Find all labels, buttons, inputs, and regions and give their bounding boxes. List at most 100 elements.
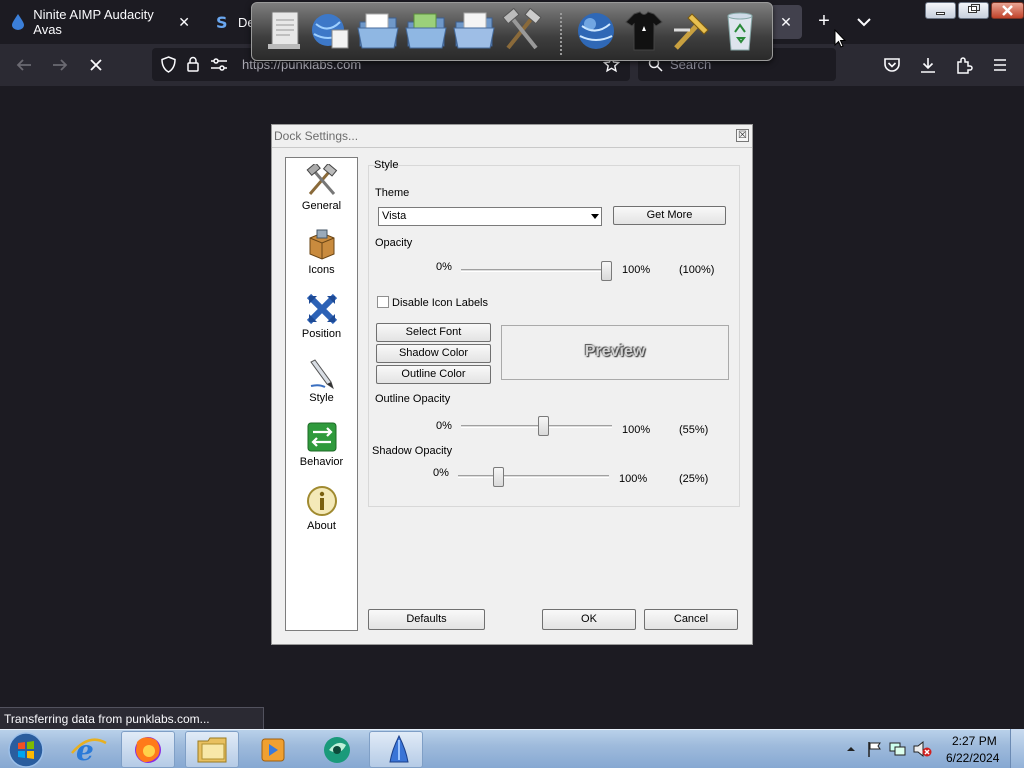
pen-icon <box>309 359 334 390</box>
recycle-bin-icon[interactable] <box>718 8 762 54</box>
menu-button[interactable] <box>990 55 1010 75</box>
new-tab-button[interactable]: + <box>812 10 836 34</box>
category-general[interactable]: General <box>286 162 357 220</box>
list-tabs-button[interactable] <box>852 10 876 34</box>
category-about[interactable]: About <box>286 482 357 540</box>
firefox-icon <box>135 737 161 763</box>
opacity-slider-track[interactable] <box>461 269 612 272</box>
shadow-opacity-slider-thumb[interactable] <box>493 467 504 487</box>
opacity-min-label: 0% <box>436 261 452 273</box>
stop-x-icon <box>90 59 102 71</box>
volume-muted-icon[interactable] <box>912 740 932 758</box>
tab-ninite[interactable]: Ninite AIMP Audacity Avas ✕ <box>0 0 200 44</box>
arrows-icon <box>306 293 337 325</box>
rocket-dock-icon <box>389 734 409 763</box>
extensions-button[interactable] <box>954 55 974 75</box>
restore-button[interactable] <box>958 2 989 19</box>
defaults-button[interactable]: Defaults <box>368 609 485 630</box>
window-close-button[interactable] <box>991 2 1024 19</box>
category-style[interactable]: Style <box>286 354 357 412</box>
taskbar-rocketdock-button[interactable] <box>369 731 423 768</box>
outline-min-label: 0% <box>436 420 452 432</box>
permissions-icon[interactable] <box>210 57 228 72</box>
forward-button[interactable] <box>50 55 70 75</box>
dock-settings-dialog: Dock Settings... ☒ General Icons Positio… <box>271 124 753 645</box>
notepad-icon[interactable] <box>262 8 306 54</box>
category-label: Icons <box>308 264 335 276</box>
ie-icon: e <box>71 734 107 767</box>
tab-title: Ninite AIMP Audacity Avas <box>33 7 154 37</box>
theme-select[interactable]: Vista <box>378 207 602 226</box>
stop-button[interactable] <box>86 55 106 75</box>
outline-color-button[interactable]: Outline Color <box>376 365 491 384</box>
category-label: About <box>307 520 336 532</box>
taskbar-firefox-button[interactable] <box>121 731 175 768</box>
shadow-color-button[interactable]: Shadow Color <box>376 344 491 363</box>
cancel-button[interactable]: Cancel <box>644 609 738 630</box>
taskbar-media-player-button[interactable] <box>246 731 300 768</box>
rocket-dock <box>251 2 773 61</box>
disable-icon-labels-label: Disable Icon Labels <box>392 297 489 309</box>
explorer-icon <box>197 737 227 763</box>
shadow-opacity-label: Shadow Opacity <box>372 445 453 457</box>
folder-green-icon[interactable] <box>404 8 448 54</box>
minimize-button[interactable] <box>925 2 956 19</box>
clock-date[interactable]: 6/22/2024 <box>946 751 999 765</box>
window-controls <box>925 2 1024 19</box>
hamburger-menu-icon <box>994 59 1006 71</box>
tab-close-icon[interactable]: ✕ <box>178 14 190 31</box>
back-button[interactable] <box>14 55 34 75</box>
shadow-max-label: 100% <box>619 473 648 485</box>
opacity-max-label: 100% <box>622 264 651 276</box>
mouse-cursor-icon <box>834 29 846 48</box>
shadow-opacity-slider-track[interactable] <box>458 475 609 478</box>
tab-close-icon[interactable]: ✕ <box>780 14 792 31</box>
taskbar-ie-button[interactable]: e <box>62 731 116 768</box>
opacity-value: (100%) <box>679 264 715 276</box>
category-behavior[interactable]: Behavior <box>286 418 357 476</box>
category-icons[interactable]: Icons <box>286 226 357 284</box>
clock-time[interactable]: 2:27 PM <box>952 734 997 748</box>
folder-icon[interactable] <box>356 8 400 54</box>
network-icon[interactable] <box>888 740 906 758</box>
title-divider <box>272 147 752 148</box>
outline-opacity-slider-thumb[interactable] <box>538 416 549 436</box>
start-button[interactable] <box>6 732 46 768</box>
theme-value: Vista <box>382 210 407 222</box>
forward-arrow-icon <box>53 59 68 71</box>
select-font-button[interactable]: Select Font <box>376 323 491 342</box>
show-hidden-icons-icon[interactable] <box>846 744 856 754</box>
ok-button[interactable]: OK <box>542 609 636 630</box>
tab-active[interactable]: ✕ <box>770 5 802 39</box>
taskbar-greenapp-button[interactable] <box>310 731 364 768</box>
s-favicon-icon: S <box>214 14 230 30</box>
category-label: Position <box>301 328 342 340</box>
category-label: General <box>301 200 342 212</box>
info-icon <box>306 486 337 516</box>
get-more-button[interactable]: Get More <box>613 206 726 225</box>
action-center-flag-icon[interactable] <box>866 740 882 758</box>
lock-icon[interactable] <box>186 56 200 73</box>
outline-opacity-label: Outline Opacity <box>375 393 451 405</box>
tshirt-icon[interactable] <box>622 8 666 54</box>
opacity-slider-thumb[interactable] <box>601 261 612 281</box>
folder-docs-icon[interactable] <box>452 8 496 54</box>
globe-icon[interactable] <box>574 8 618 54</box>
category-list: General Icons Position Style Behavior Ab… <box>285 157 358 631</box>
dock-separator <box>560 13 562 55</box>
pocket-icon <box>884 58 900 72</box>
disable-icon-labels-checkbox[interactable] <box>377 296 389 308</box>
shield-icon[interactable] <box>160 56 177 73</box>
show-desktop-button[interactable] <box>1010 729 1024 768</box>
tools-icon[interactable] <box>500 8 544 54</box>
pocket-button[interactable] <box>882 55 902 75</box>
downloads-button[interactable] <box>918 55 938 75</box>
outline-opacity-slider-track[interactable] <box>461 425 612 428</box>
dialog-close-button[interactable]: ☒ <box>736 129 749 142</box>
taskbar-explorer-button[interactable] <box>185 731 239 768</box>
hammer-icon[interactable] <box>670 8 714 54</box>
category-label: Behavior <box>299 456 344 468</box>
ninite-favicon-icon <box>10 14 25 30</box>
category-position[interactable]: Position <box>286 290 357 348</box>
globe-docs-icon[interactable] <box>308 8 352 54</box>
